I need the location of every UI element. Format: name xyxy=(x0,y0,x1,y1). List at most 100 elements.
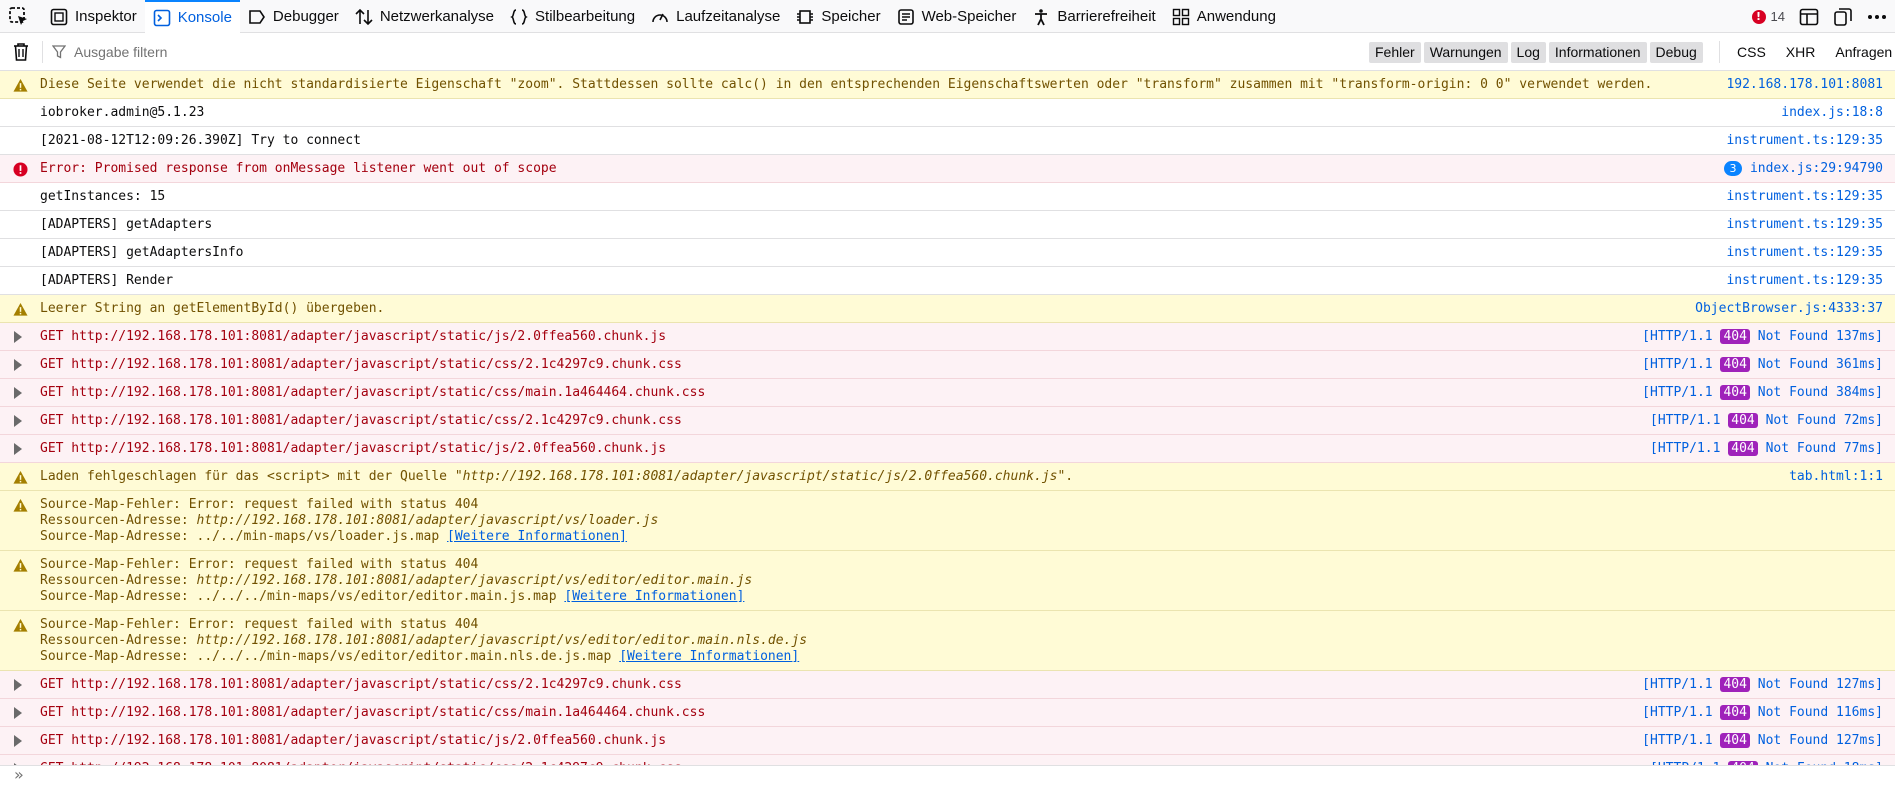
network-error-message[interactable]: GET http://192.168.178.101:8081/adapter/… xyxy=(0,755,1895,765)
http-status: [HTTP/1.1 404 Not Found 127ms] xyxy=(1642,677,1883,692)
network-error-message[interactable]: GET http://192.168.178.101:8081/adapter/… xyxy=(0,671,1895,699)
tab-inspektor[interactable]: Inspektor xyxy=(42,0,145,33)
message-text: getInstances: 15 xyxy=(40,189,166,204)
log-message: [2021-08-12T12:09:26.390Z] Try to connec… xyxy=(0,127,1895,155)
filter-request-xhr[interactable]: XHR xyxy=(1777,42,1825,63)
message-text: Diese Seite verwendet die nicht standard… xyxy=(40,77,1653,92)
source-link[interactable]: instrument.ts:129:35 xyxy=(1726,245,1883,261)
accessibility-icon xyxy=(1032,8,1050,26)
filter-level-fehler[interactable]: Fehler xyxy=(1369,42,1421,63)
tab-label: Laufzeitanalyse xyxy=(676,8,781,25)
expand-arrow-icon[interactable] xyxy=(14,679,22,691)
console-input[interactable]: » xyxy=(0,765,1895,785)
storage-icon xyxy=(897,8,915,26)
tab-label: Anwendung xyxy=(1196,8,1276,25)
tab-label: Konsole xyxy=(177,9,232,26)
error-count-label: 14 xyxy=(1770,9,1785,24)
filter-level-informationen[interactable]: Informationen xyxy=(1548,42,1647,63)
warning-message: Leerer String an getElementById() überge… xyxy=(0,295,1895,323)
request-url: GET http://192.168.178.101:8081/adapter/… xyxy=(40,441,667,456)
source-link[interactable]: ObjectBrowser.js:4333:37 xyxy=(1695,301,1883,317)
source-link[interactable]: index.js:29:94790 xyxy=(1750,161,1883,176)
status-code-badge: 404 xyxy=(1720,329,1750,344)
filter-request-css[interactable]: CSS xyxy=(1728,42,1775,63)
warning-icon xyxy=(13,558,28,572)
network-error-message[interactable]: GET http://192.168.178.101:8081/adapter/… xyxy=(0,435,1895,463)
devtools-toolbar: Inspektor Konsole Debugger Netzwerkanalyse S… xyxy=(0,0,1895,33)
request-url: GET http://192.168.178.101:8081/adapter/… xyxy=(40,413,682,428)
filter-icon xyxy=(52,45,66,59)
resource-url: http://192.168.178.101:8081/adapter/java… xyxy=(196,513,659,528)
tab-laufzeitanalyse[interactable]: Laufzeitanalyse xyxy=(643,0,788,33)
network-error-message[interactable]: GET http://192.168.178.101:8081/adapter/… xyxy=(0,379,1895,407)
expand-arrow-icon[interactable] xyxy=(14,331,22,343)
tab-anwendung[interactable]: Anwendung xyxy=(1164,0,1284,33)
filter-level-warnungen[interactable]: Warnungen xyxy=(1423,42,1508,63)
tab-label: Speicher xyxy=(821,8,881,25)
message-text: Source-Map-Fehler: Error: request failed… xyxy=(40,557,753,604)
tab-netzwerkanalyse[interactable]: Netzwerkanalyse xyxy=(347,0,502,33)
toolbox-tabs: Inspektor Konsole Debugger Netzwerkanalyse S… xyxy=(42,0,1284,33)
console-output[interactable]: Diese Seite verwendet die nicht standard… xyxy=(0,71,1895,765)
http-status: [HTTP/1.1 404 Not Found 116ms] xyxy=(1642,705,1883,720)
tab-konsole[interactable]: Konsole xyxy=(144,0,240,33)
source-area: 3 index.js:29:94790 xyxy=(1723,161,1883,177)
expand-arrow-icon[interactable] xyxy=(14,387,22,399)
toolbar-right: ! 14 xyxy=(1751,0,1887,33)
source-link[interactable]: tab.html:1:1 xyxy=(1789,469,1883,485)
filter-output-input[interactable] xyxy=(72,43,1276,61)
source-link[interactable]: instrument.ts:129:35 xyxy=(1726,217,1883,233)
sourcemap-warning: Source-Map-Fehler: Error: request failed… xyxy=(0,491,1895,551)
filter-level-log[interactable]: Log xyxy=(1510,42,1546,63)
filter-input-wrap xyxy=(52,41,1352,63)
filter-request-anfragen[interactable]: Anfragen xyxy=(1826,42,1895,63)
tab-stilbearbeitung[interactable]: Stilbearbeitung xyxy=(502,0,643,33)
element-picker-icon[interactable] xyxy=(8,6,30,28)
filter-level-debug[interactable]: Debug xyxy=(1649,42,1703,63)
log-message: getInstances: 15 instrument.ts:129:35 xyxy=(0,183,1895,211)
error-count[interactable]: ! 14 xyxy=(1751,9,1785,24)
network-error-message[interactable]: GET http://192.168.178.101:8081/adapter/… xyxy=(0,407,1895,435)
message-text: [ADAPTERS] Render xyxy=(40,273,174,288)
application-icon xyxy=(1172,8,1190,26)
http-status: [HTTP/1.1 404 Not Found 72ms] xyxy=(1650,413,1883,428)
tab-barrierefreiheit[interactable]: Barrierefreiheit xyxy=(1024,0,1163,33)
split-console-icon[interactable] xyxy=(1799,8,1819,26)
tab-web-speicher[interactable]: Web-Speicher xyxy=(889,0,1025,33)
network-error-message[interactable]: GET http://192.168.178.101:8081/adapter/… xyxy=(0,727,1895,755)
source-link[interactable]: instrument.ts:129:35 xyxy=(1726,133,1883,149)
expand-arrow-icon[interactable] xyxy=(14,707,22,719)
network-error-message[interactable]: GET http://192.168.178.101:8081/adapter/… xyxy=(0,323,1895,351)
more-info-link[interactable]: [Weitere Informationen] xyxy=(447,529,627,544)
request-filters: CSS XHR Anfragen xyxy=(1728,42,1895,63)
warning-icon xyxy=(13,498,28,512)
network-error-message[interactable]: GET http://192.168.178.101:8081/adapter/… xyxy=(0,351,1895,379)
clear-console-icon[interactable] xyxy=(12,42,30,62)
tab-label: Barrierefreiheit xyxy=(1057,8,1156,25)
request-url: GET http://192.168.178.101:8081/adapter/… xyxy=(40,329,667,344)
more-info-link[interactable]: [Weitere Informationen] xyxy=(564,589,744,604)
tab-speicher[interactable]: Speicher xyxy=(788,0,888,33)
dock-options-icon[interactable] xyxy=(1833,7,1853,27)
expand-arrow-icon[interactable] xyxy=(14,359,22,371)
source-link[interactable]: instrument.ts:129:35 xyxy=(1726,273,1883,289)
source-link[interactable]: instrument.ts:129:35 xyxy=(1726,189,1883,205)
source-link[interactable]: 192.168.178.101:8081 xyxy=(1726,77,1883,93)
http-status: [HTTP/1.1 404 Not Found 127ms] xyxy=(1642,733,1883,748)
more-info-link[interactable]: [Weitere Informationen] xyxy=(619,649,799,664)
warning-icon xyxy=(13,618,28,632)
warning-icon xyxy=(13,470,28,484)
expand-arrow-icon[interactable] xyxy=(14,415,22,427)
expand-arrow-icon[interactable] xyxy=(14,735,22,747)
more-menu-icon[interactable] xyxy=(1867,7,1887,27)
network-error-message[interactable]: GET http://192.168.178.101:8081/adapter/… xyxy=(0,699,1895,727)
warning-icon xyxy=(13,78,28,92)
request-url: GET http://192.168.178.101:8081/adapter/… xyxy=(40,733,667,748)
network-icon xyxy=(355,8,373,26)
request-url: GET http://192.168.178.101:8081/adapter/… xyxy=(40,357,682,372)
source-link[interactable]: index.js:18:8 xyxy=(1781,105,1883,121)
expand-arrow-icon[interactable] xyxy=(14,443,22,455)
tab-debugger[interactable]: Debugger xyxy=(240,0,347,33)
request-url: GET http://192.168.178.101:8081/adapter/… xyxy=(40,385,706,400)
log-message: [ADAPTERS] Render instrument.ts:129:35 xyxy=(0,267,1895,295)
